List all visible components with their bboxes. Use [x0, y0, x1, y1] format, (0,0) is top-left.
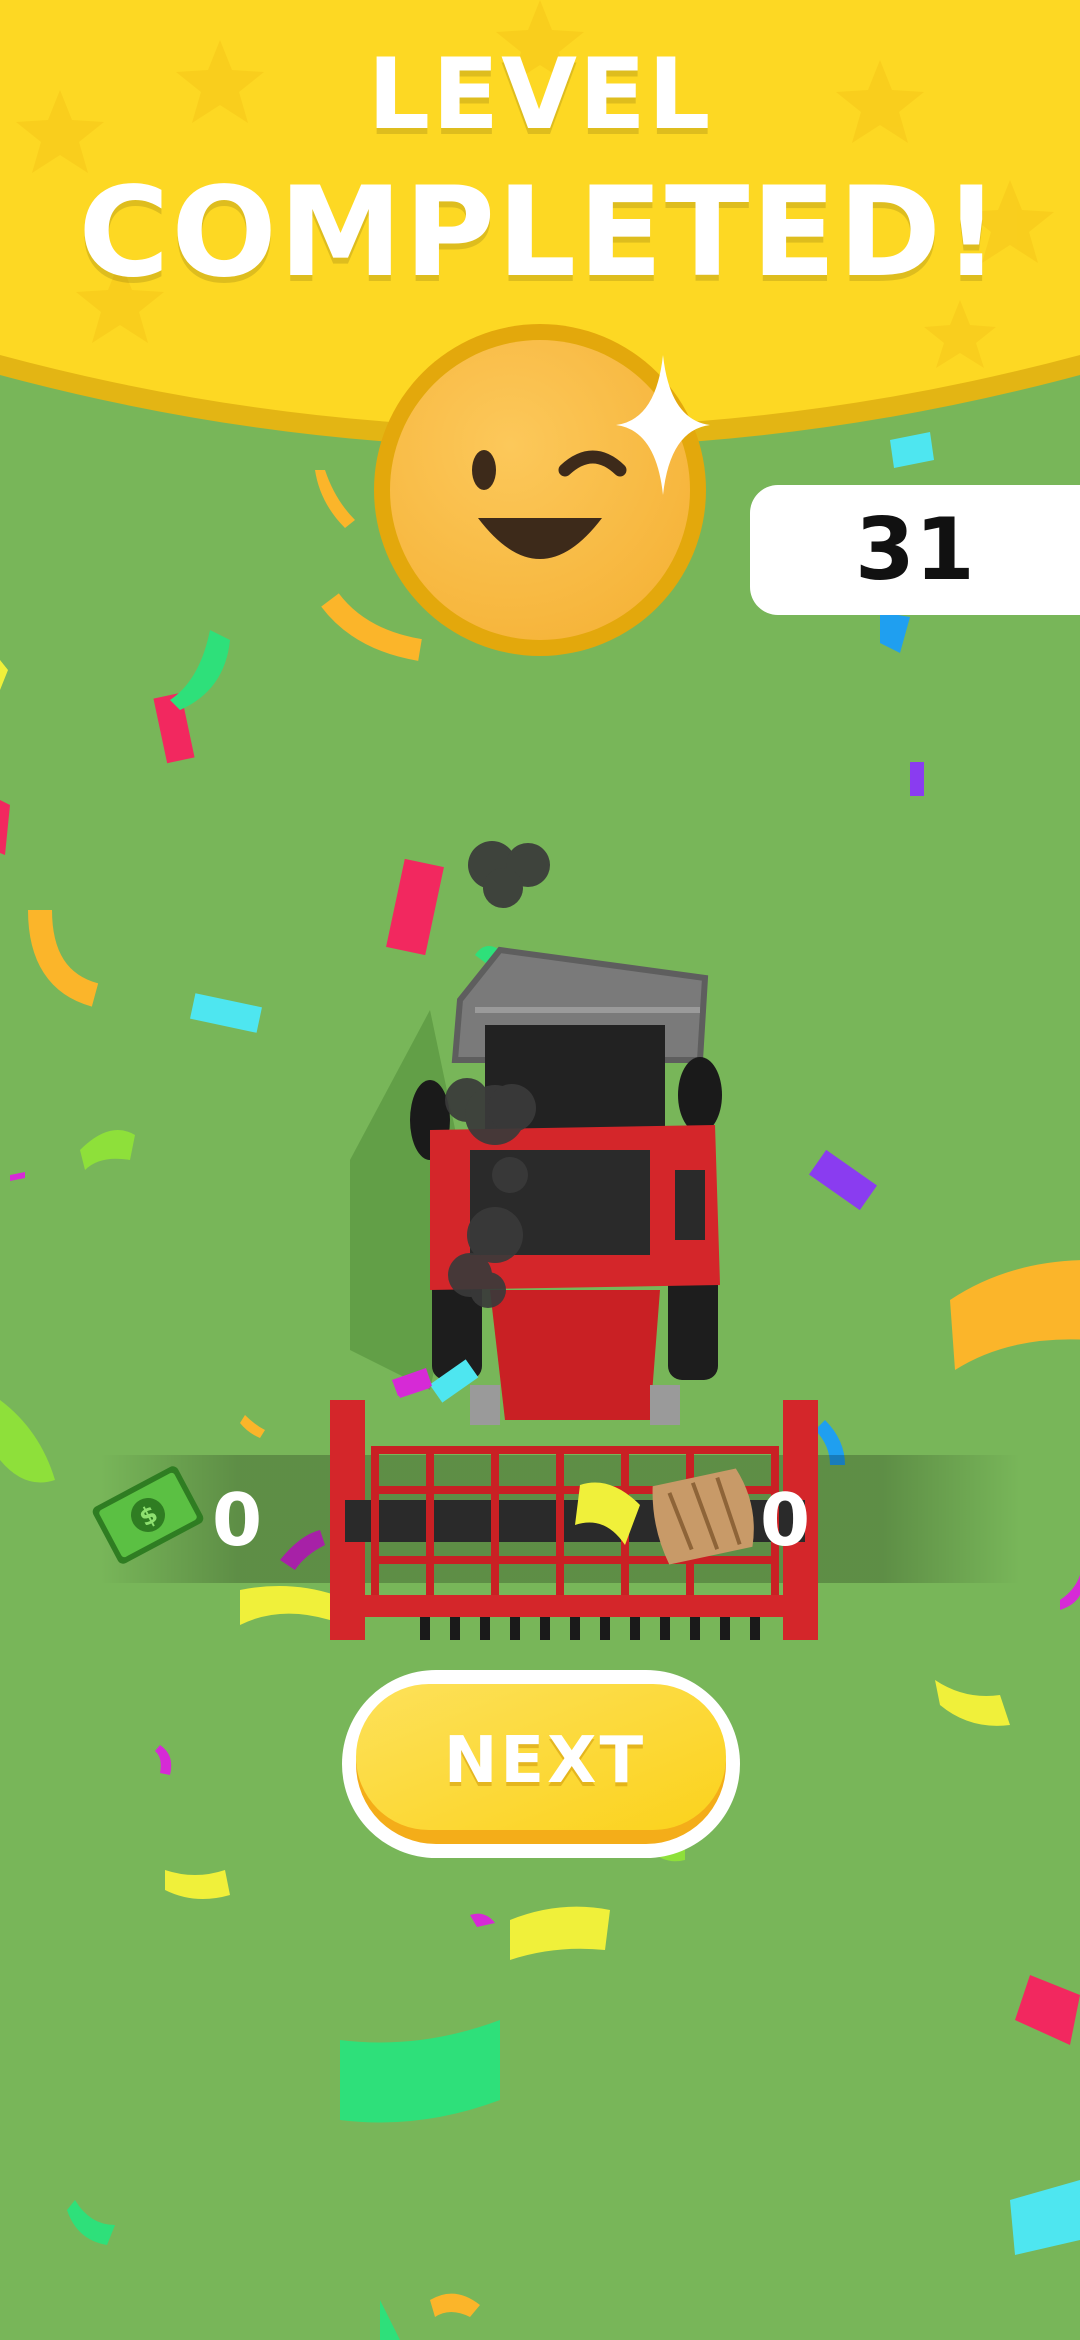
bracket: [470, 1385, 500, 1425]
game-scene: $: [0, 0, 1080, 2340]
cutter-bar: [340, 1595, 810, 1617]
level-title-line2: COMPLETED!: [78, 161, 1002, 305]
bracket: [650, 1385, 680, 1425]
side-window: [675, 1170, 705, 1240]
gem-count: 31: [855, 500, 975, 600]
winking-face-icon: [374, 324, 706, 656]
confetti-piece: [910, 762, 924, 796]
wheel: [668, 1270, 718, 1380]
next-button[interactable]: NEXT: [350, 1706, 740, 1816]
harvester-nose: [490, 1290, 660, 1420]
level-title-line1: LEVEL: [367, 38, 713, 152]
wheel: [678, 1057, 722, 1133]
cash-count: 0: [212, 1478, 263, 1562]
wood-count: 0: [760, 1478, 811, 1562]
